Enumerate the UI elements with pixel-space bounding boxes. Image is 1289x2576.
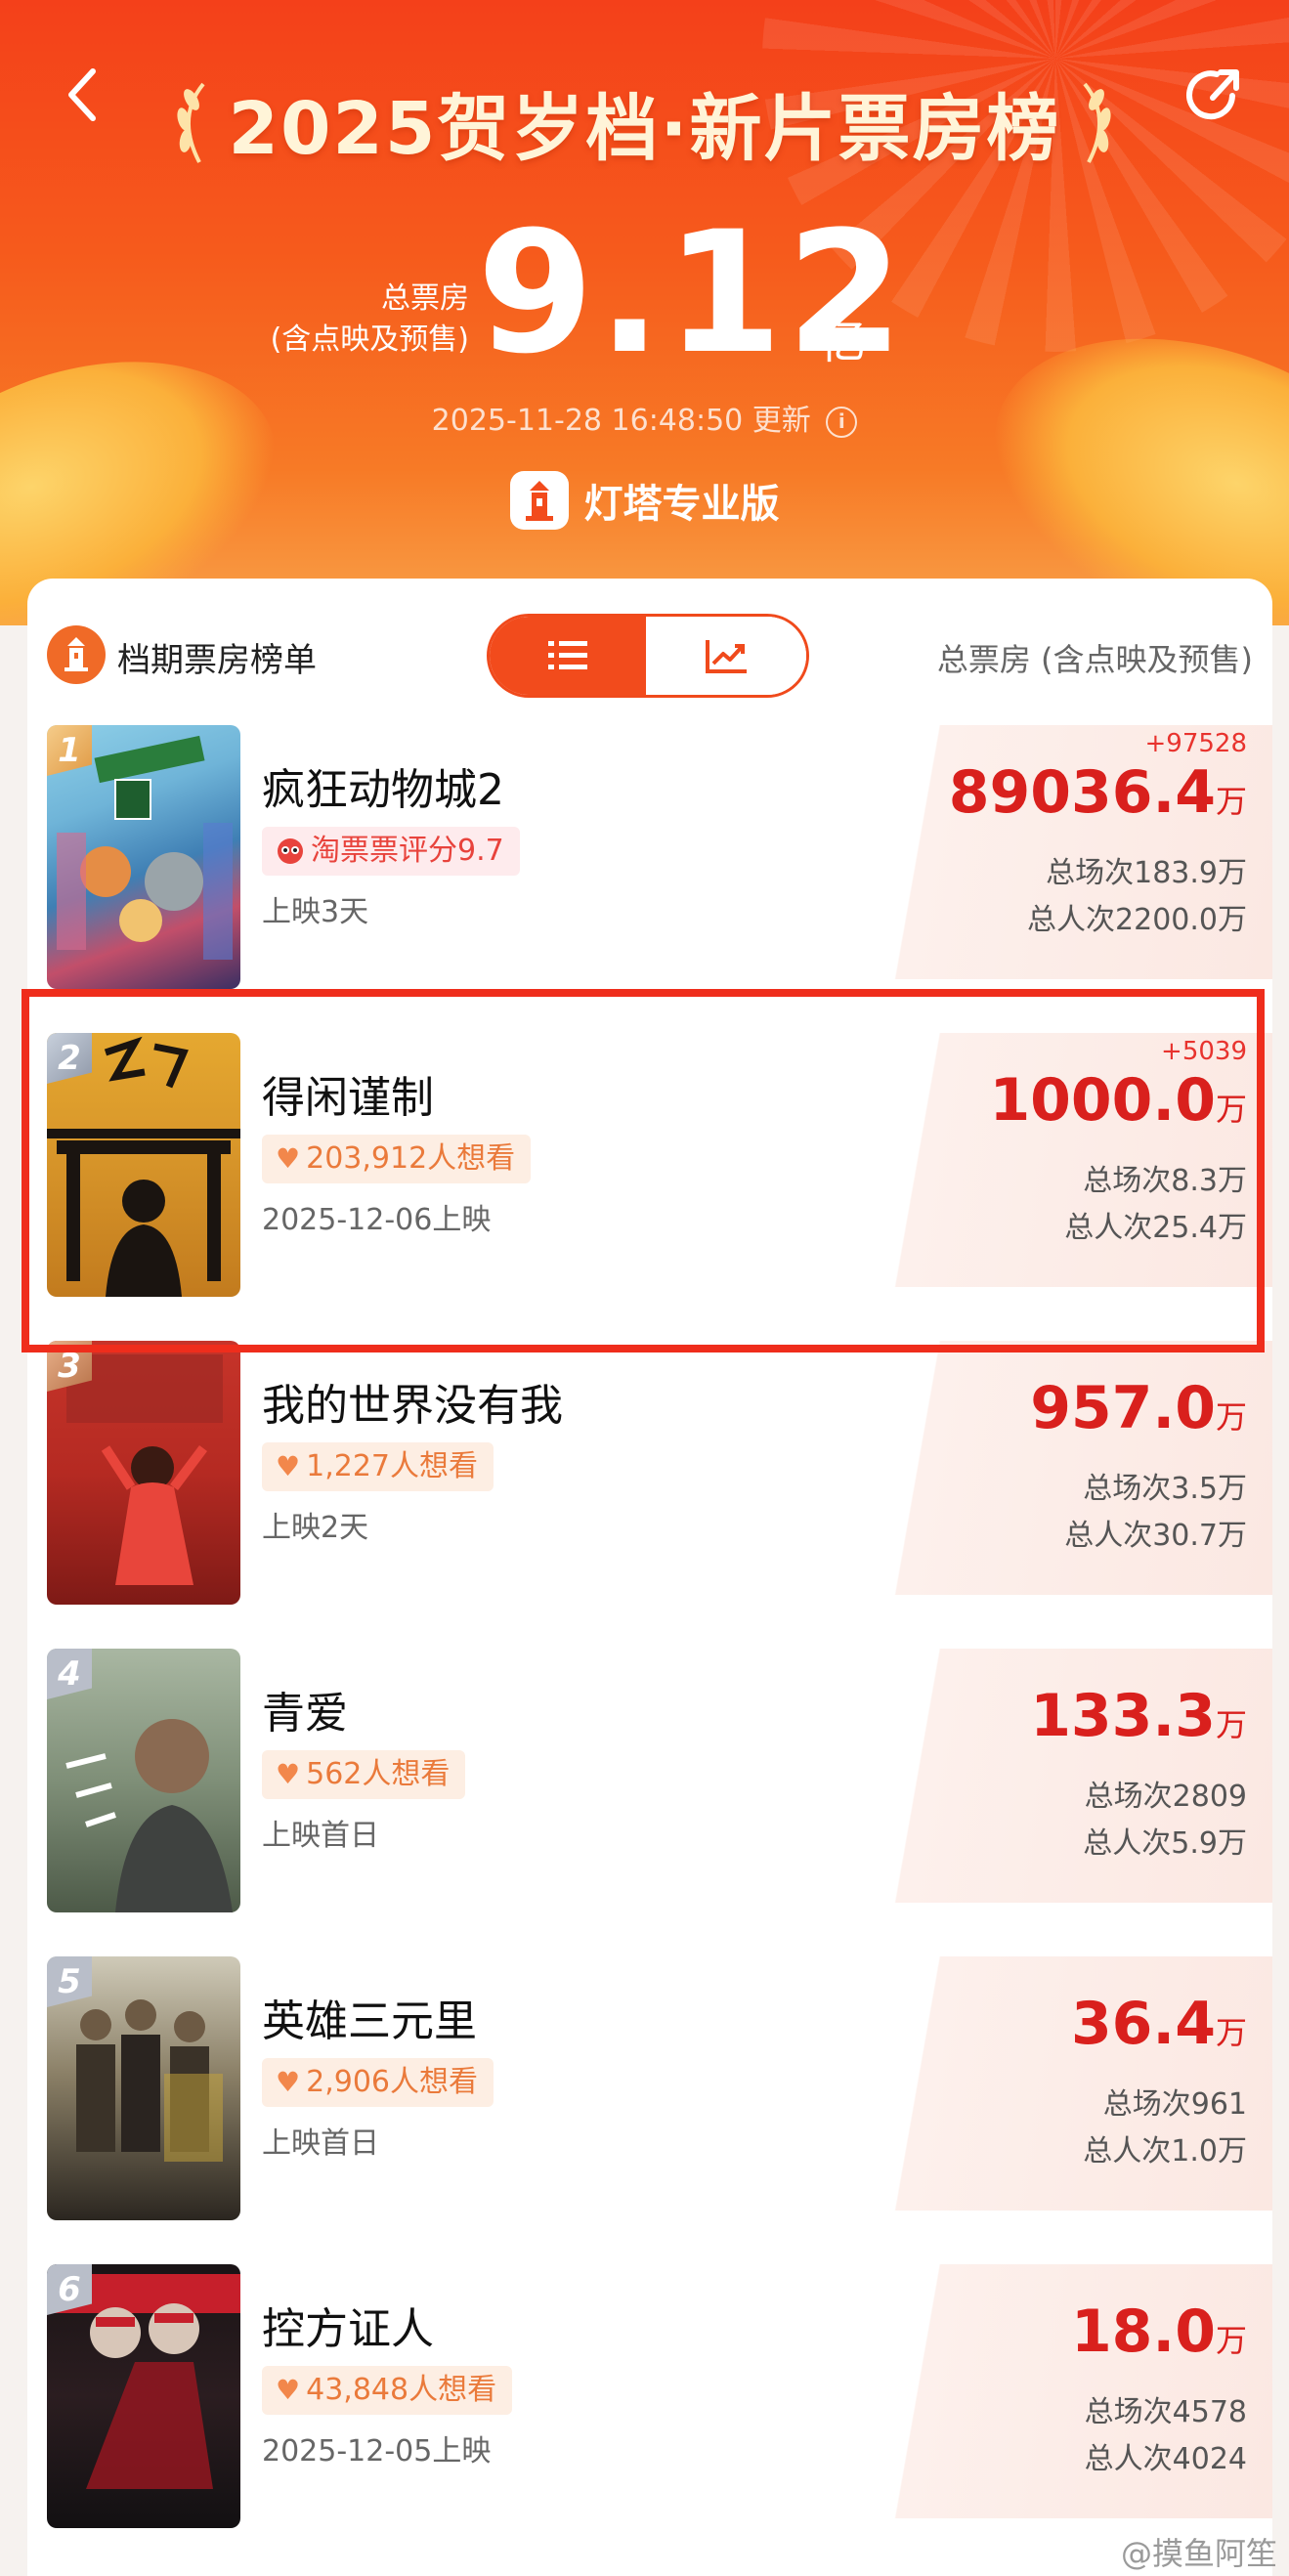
- box-office-number: 957.0: [1030, 1374, 1216, 1442]
- box-office-number: 133.3: [1030, 1682, 1216, 1750]
- movie-row[interactable]: 6 控方证人 ♥ 43,848人想看 2025-12-05上映 18.0万 总场…: [27, 2235, 1272, 2528]
- rating-tag: 淘票票评分9.7: [262, 827, 520, 876]
- release-info: 2025-12-06上映: [262, 1203, 492, 1237]
- screenings-count: 总场次183.9万: [1046, 856, 1247, 890]
- list-title: 档期票房榜单: [117, 641, 317, 680]
- box-office-value: 89036.4万: [949, 758, 1247, 827]
- box-office-number: 18.0: [1070, 2297, 1216, 2366]
- movie-row[interactable]: 1 疯狂动物城2 淘票票评分9.7 上映3天 +97528 89036.4万 总…: [27, 696, 1272, 989]
- rating-text: 淘票票评分9.7: [311, 834, 504, 868]
- box-office-number: 89036.4: [948, 758, 1216, 827]
- heart-icon: ♥: [276, 2374, 301, 2406]
- movie-title: 英雄三元里: [262, 1996, 477, 2046]
- release-info: 上映3天: [262, 895, 369, 929]
- box-office-unit: 万: [1215, 1398, 1247, 1436]
- heart-icon: ♥: [276, 2066, 301, 2098]
- movie-row[interactable]: 2 得闲谨制 ♥ 203,912人想看 2025-12-06上映 +5039 1…: [27, 1004, 1272, 1297]
- taopiaopiao-logo-icon: [278, 838, 303, 864]
- heart-icon: ♥: [276, 1450, 301, 1482]
- movie-title: 疯狂动物城2: [262, 765, 504, 815]
- laurel-right-icon: [1083, 82, 1111, 163]
- box-office-value: 36.4万: [1071, 1990, 1247, 2058]
- heart-icon: ♥: [276, 1142, 301, 1175]
- movie-row[interactable]: 3 我的世界没有我 ♥ 1,227人想看 上映2天 957.0万 总场次3.5万…: [27, 1311, 1272, 1605]
- release-info: 上映首日: [262, 2126, 379, 2161]
- want-to-see-tag: ♥ 203,912人想看: [262, 1135, 532, 1183]
- admissions-count: 总人次4024: [1084, 2442, 1247, 2476]
- release-info: 2025-12-05上映: [262, 2434, 492, 2469]
- admissions-count: 总人次1.0万: [1083, 2134, 1247, 2168]
- screenings-count: 总场次8.3万: [1083, 1164, 1247, 1198]
- column-label: 总票房 (含点映及预售): [936, 641, 1253, 678]
- screenings-count: 总场次3.5万: [1083, 1472, 1247, 1506]
- box-office-delta: +5039: [1161, 1037, 1247, 1066]
- want-to-see-text: 43,848人想看: [306, 2373, 497, 2407]
- want-to-see-text: 2,906人想看: [306, 2065, 478, 2099]
- movie-title: 控方证人: [262, 2304, 434, 2354]
- total-box-office-label: 总票房 (含点映及预售): [264, 279, 469, 361]
- box-office-number: 36.4: [1070, 1990, 1216, 2058]
- box-office-value: 1000.0万: [989, 1066, 1247, 1135]
- trend-view-button[interactable]: [646, 617, 806, 695]
- brand-name: 灯塔专业版: [583, 482, 780, 527]
- trend-chart-icon: [706, 640, 747, 673]
- lighthouse-list-icon: [47, 625, 106, 684]
- box-office-value: 18.0万: [1071, 2297, 1247, 2366]
- admissions-count: 总人次25.4万: [1064, 1211, 1247, 1245]
- movie-row[interactable]: 4 青爱 ♥ 562人想看 上映首日 133.3万 总场次2809 总人次5.9…: [27, 1619, 1272, 1912]
- lighthouse-logo-icon: [509, 471, 569, 530]
- want-to-see-tag: ♥ 562人想看: [262, 1750, 466, 1799]
- box-office-unit: 万: [1215, 1706, 1247, 1743]
- header-banner: 2025贺岁档·新片票房榜 总票房 (含点映及预售) 9.12 亿 2025-1…: [0, 0, 1289, 625]
- heart-icon: ♥: [276, 1758, 301, 1790]
- update-time-row: 2025-11-28 16:48:50 更新 i: [0, 396, 1289, 439]
- release-info: 上映首日: [262, 1819, 379, 1853]
- admissions-count: 总人次2200.0万: [1027, 903, 1247, 937]
- box-office-unit: 万: [1215, 2322, 1247, 2359]
- release-info: 上映2天: [262, 1511, 369, 1545]
- admissions-count: 总人次30.7万: [1064, 1519, 1247, 1553]
- screenings-count: 总场次4578: [1084, 2395, 1247, 2429]
- movie-title: 得闲谨制: [262, 1073, 434, 1123]
- box-office-unit: 万: [1215, 2014, 1247, 2051]
- want-to-see-text: 1,227人想看: [306, 1449, 478, 1483]
- share-icon[interactable]: [1178, 61, 1248, 131]
- box-office-number: 1000.0: [989, 1066, 1216, 1135]
- box-office-delta: +97528: [1144, 729, 1248, 758]
- movie-row[interactable]: 5 英雄三元里 ♥ 2,906人想看 上映首日 36.4万 总场次961 总人次…: [27, 1927, 1272, 2220]
- info-icon[interactable]: i: [826, 406, 858, 438]
- watermark: @摸鱼阿笙: [1120, 2535, 1277, 2572]
- admissions-count: 总人次5.9万: [1083, 1826, 1247, 1861]
- box-office-value: 133.3万: [1030, 1682, 1247, 1750]
- view-toggle: [487, 614, 809, 698]
- movie-title: 我的世界没有我: [262, 1381, 563, 1431]
- screenings-count: 总场次2809: [1084, 1780, 1247, 1814]
- box-office-value: 957.0万: [1030, 1374, 1247, 1442]
- screenings-count: 总场次961: [1102, 2087, 1247, 2122]
- box-office-unit: 万: [1215, 1091, 1247, 1128]
- want-to-see-tag: ♥ 43,848人想看: [262, 2366, 513, 2415]
- want-to-see-text: 562人想看: [306, 1757, 451, 1791]
- brand-badge: 灯塔专业版: [0, 471, 1289, 530]
- want-to-see-text: 203,912人想看: [306, 1141, 516, 1176]
- want-to-see-tag: ♥ 2,906人想看: [262, 2058, 494, 2107]
- ranking-card: 档期票房榜单 总票房 (含点映及预售) 1 疯狂动物城2 淘票票评分9.7 上映…: [27, 579, 1272, 2576]
- box-office-unit: 万: [1215, 783, 1247, 820]
- update-time: 2025-11-28 16:48:50 更新: [431, 404, 811, 438]
- want-to-see-tag: ♥ 1,227人想看: [262, 1442, 494, 1491]
- total-label-line1: 总票房: [381, 281, 469, 316]
- total-label-line2: (含点映及预售): [270, 322, 469, 357]
- list-icon: [548, 641, 587, 669]
- total-box-office-unit: 亿: [819, 315, 867, 369]
- list-view-button[interactable]: [490, 617, 646, 695]
- movie-title: 青爱: [262, 1689, 348, 1739]
